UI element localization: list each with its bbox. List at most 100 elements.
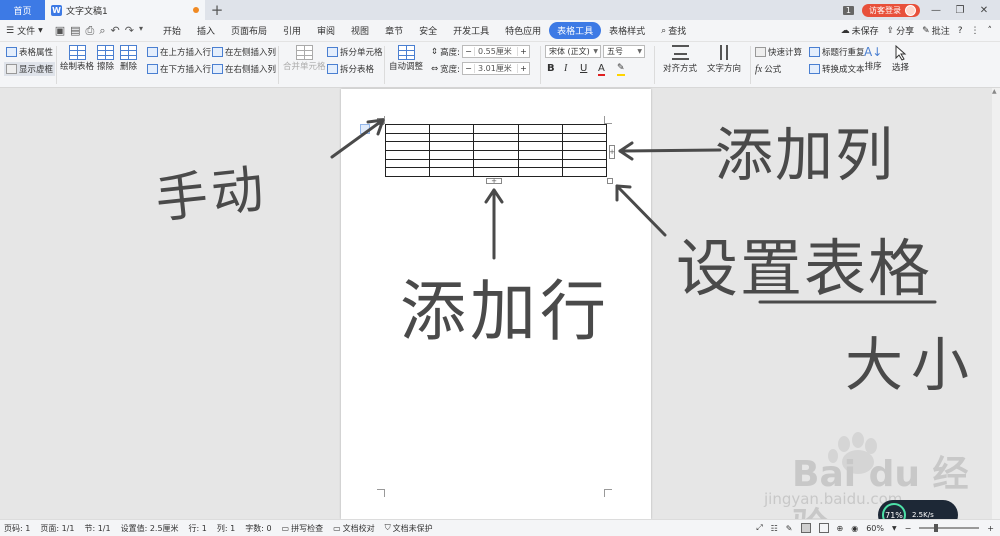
- quick-calc-button[interactable]: 快速计算: [755, 46, 802, 58]
- tab-insert[interactable]: 插入: [189, 24, 223, 37]
- tab-review[interactable]: 审阅: [309, 24, 343, 37]
- align-button[interactable]: 对齐方式: [663, 45, 697, 74]
- sort-button[interactable]: A↓ 排序: [864, 45, 882, 72]
- protect-button[interactable]: ⛉ 文档未保护: [385, 523, 433, 534]
- table-cell[interactable]: [384, 124, 431, 134]
- export-pdf-icon[interactable]: ▤: [70, 24, 80, 38]
- comment-button[interactable]: ✎ 批注: [922, 24, 950, 38]
- convert-text-button[interactable]: 转换成文本: [809, 63, 865, 75]
- table-cell[interactable]: [384, 158, 431, 169]
- row-height-stepper[interactable]: − 0.55厘米 +: [462, 45, 530, 58]
- more-icon[interactable]: ⋮: [971, 26, 980, 36]
- table-cell[interactable]: [561, 124, 608, 134]
- status-section[interactable]: 节: 1/1: [84, 523, 110, 534]
- tab-start[interactable]: 开始: [155, 24, 189, 37]
- table-cell[interactable]: [473, 141, 519, 151]
- table-cell[interactable]: [429, 141, 475, 151]
- split-cells-button[interactable]: 拆分单元格: [327, 46, 383, 58]
- table-cell[interactable]: [384, 149, 431, 160]
- table-cell[interactable]: [561, 141, 608, 151]
- insert-row-above-button[interactable]: 在上方插入行: [147, 46, 211, 58]
- save-icon[interactable]: ▣: [55, 24, 65, 38]
- document-table[interactable]: [384, 124, 608, 177]
- font-name-select[interactable]: 宋体 (正文) ▼: [545, 45, 601, 58]
- text-direction-button[interactable]: 文字方向: [707, 45, 741, 74]
- table-cell[interactable]: [384, 141, 431, 151]
- show-grid-button[interactable]: 显示虚框: [4, 62, 56, 76]
- table-cell[interactable]: [429, 124, 475, 134]
- resize-table-handle[interactable]: [607, 178, 613, 184]
- zoom-slider-knob[interactable]: [934, 524, 939, 532]
- status-page-number[interactable]: 页码: 1: [4, 523, 30, 534]
- table-cell[interactable]: [517, 158, 563, 169]
- read-mode-icon[interactable]: ◉: [851, 524, 858, 533]
- visitor-login-button[interactable]: 访客登录: [862, 3, 920, 17]
- tab-page-layout[interactable]: 页面布局: [223, 24, 275, 37]
- zoom-level[interactable]: 60%: [866, 524, 884, 533]
- erase-button[interactable]: 擦除: [97, 45, 114, 72]
- italic-button[interactable]: I: [564, 63, 567, 74]
- zoom-slider[interactable]: [919, 524, 980, 532]
- table-cell[interactable]: [473, 149, 519, 160]
- table-cell[interactable]: [517, 132, 563, 143]
- status-pages[interactable]: 页面: 1/1: [40, 523, 74, 534]
- table-move-handle[interactable]: +: [377, 118, 384, 126]
- table-cell[interactable]: [561, 132, 608, 143]
- tab-table-tools[interactable]: 表格工具: [549, 22, 602, 39]
- proofread-button[interactable]: ▭ 文档校对: [333, 523, 375, 534]
- table-cell[interactable]: [384, 167, 431, 177]
- restore-button[interactable]: ❐: [952, 5, 968, 16]
- decrease-height-button[interactable]: −: [463, 47, 475, 56]
- insert-row-below-button[interactable]: 在下方插入行: [147, 63, 211, 75]
- table-cell[interactable]: [473, 167, 519, 177]
- font-size-select[interactable]: 五号 ▼: [603, 45, 645, 58]
- table-cell[interactable]: [429, 149, 475, 160]
- print-icon[interactable]: ⎙: [86, 24, 95, 38]
- table-cell[interactable]: [473, 158, 519, 169]
- font-color-button[interactable]: A: [598, 63, 605, 76]
- eye-protect-icon[interactable]: ✎: [786, 524, 793, 533]
- table-cell[interactable]: [429, 132, 475, 143]
- spell-check-button[interactable]: ▭ 拼写检查: [282, 523, 324, 534]
- tab-security[interactable]: 安全: [411, 24, 445, 37]
- table-cell[interactable]: [517, 124, 563, 134]
- col-width-stepper[interactable]: − 3.01厘米 +: [462, 62, 530, 75]
- share-button[interactable]: ⇪ 分享: [887, 24, 915, 38]
- table-cell[interactable]: [517, 167, 563, 177]
- table-cell[interactable]: [517, 149, 563, 160]
- redo-icon[interactable]: ↷: [125, 24, 134, 38]
- tab-special[interactable]: 特色应用: [497, 24, 549, 37]
- row-height-value[interactable]: 0.55厘米: [475, 46, 517, 57]
- table-cell[interactable]: [561, 167, 608, 177]
- cloud-save-button[interactable]: ☁ 未保存: [841, 24, 879, 38]
- zoom-out-button[interactable]: −: [905, 524, 912, 533]
- delete-button[interactable]: 删除: [120, 45, 137, 72]
- add-column-handle[interactable]: +: [609, 145, 615, 159]
- tab-chapter[interactable]: 章节: [377, 24, 411, 37]
- globe-icon[interactable]: ⊕: [837, 524, 844, 533]
- status-words[interactable]: 字数: 0: [245, 523, 271, 534]
- file-menu[interactable]: ☰ 文件 ▼: [0, 24, 49, 38]
- col-width-value[interactable]: 3.01厘米: [475, 63, 517, 74]
- table-cell[interactable]: [473, 124, 519, 134]
- print-preview-icon[interactable]: ⌕: [99, 24, 105, 38]
- table-properties-button[interactable]: 表格属性: [6, 46, 53, 58]
- new-tab-button[interactable]: +: [205, 0, 229, 20]
- table-cell[interactable]: [473, 132, 519, 143]
- insert-col-left-button[interactable]: 在左侧插入列: [212, 46, 276, 58]
- title-repeat-button[interactable]: 标题行重复: [809, 46, 865, 58]
- web-view-icon[interactable]: [818, 523, 829, 533]
- tab-table-style[interactable]: 表格样式: [601, 24, 653, 37]
- increase-width-button[interactable]: +: [517, 64, 529, 73]
- formula-button[interactable]: fx 公式: [755, 63, 781, 76]
- status-setting[interactable]: 设置值: 2.5厘米: [121, 523, 179, 534]
- tab-developer[interactable]: 开发工具: [445, 24, 497, 37]
- tab-references[interactable]: 引用: [275, 24, 309, 37]
- search-button[interactable]: ⌕ 查找: [653, 24, 694, 38]
- status-row[interactable]: 行: 1: [189, 523, 207, 534]
- zoom-in-button[interactable]: +: [987, 524, 994, 533]
- outline-view-icon[interactable]: ☷: [771, 524, 778, 533]
- select-button[interactable]: 选择: [892, 45, 909, 73]
- focus-mode-icon[interactable]: ⤢: [756, 523, 762, 533]
- collapse-ribbon-icon[interactable]: ˄: [988, 26, 993, 36]
